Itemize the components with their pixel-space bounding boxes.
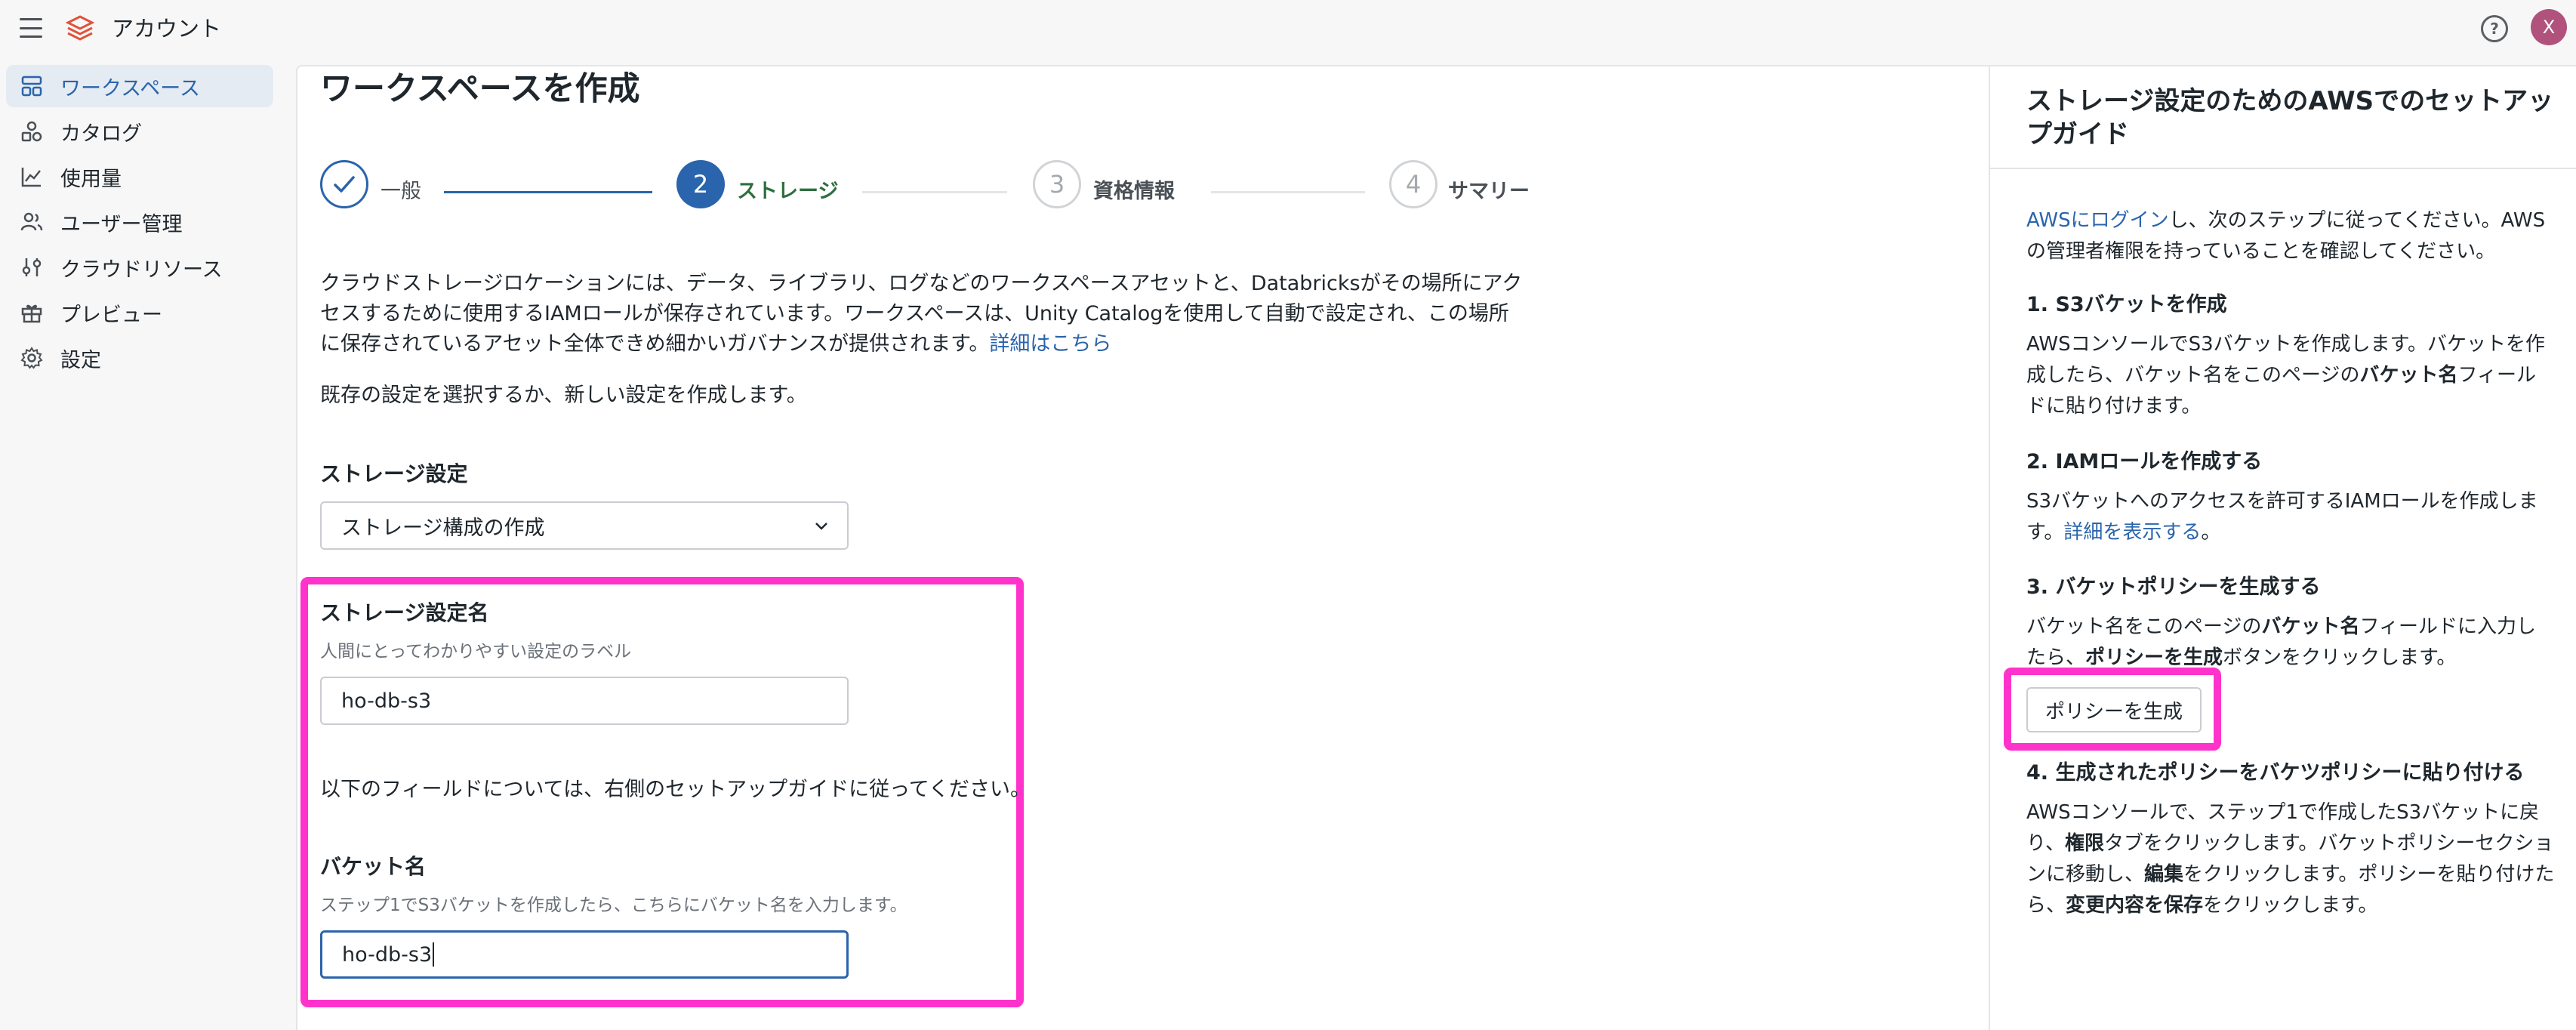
storage-config-label: ストレージ設定	[320, 461, 468, 486]
app-title: アカウント	[112, 16, 222, 42]
bucket-name-hint: ステップ1でS3バケットを作成したら、こちらにバケット名を入力します。	[320, 896, 907, 915]
guide-step3-text: バケット名をこのページのバケット名フィールドに入力したら、ポリシーを生成ボタンを…	[2026, 615, 2536, 669]
bucket-name-input[interactable]: ho-db-s3	[320, 930, 849, 979]
guide-intro: AWSにログインし、次のステップに従ってください。AWSの管理者権限を持っている…	[2026, 209, 2546, 263]
learn-more-link[interactable]: 詳細はこちら	[989, 332, 1111, 356]
sidebar-item-cloud-resources[interactable]: クラウドリソース	[6, 246, 273, 288]
sidebar-item-label: 設定	[60, 348, 101, 372]
guide-step2-heading: 2. IAMロールを作成する	[2026, 450, 2263, 473]
step-1-circle[interactable]	[320, 160, 368, 208]
sidebar-item-user-management[interactable]: ユーザー管理	[6, 201, 273, 243]
step-2-label[interactable]: ストレージ	[737, 178, 838, 205]
guide-step1-text: AWSコンソールでS3バケットを作成します。バケットを作成したら、バケット名をこ…	[2026, 333, 2546, 418]
sidebar-item-label: クラウドリソース	[60, 258, 223, 282]
menu-icon[interactable]	[20, 18, 42, 38]
guide-title: ストレージ設定のためのAWSでのセットアップガイド	[2026, 86, 2554, 150]
step-3-label[interactable]: 資格情報	[1093, 178, 1175, 205]
storage-config-value: ストレージ構成の作成	[341, 516, 545, 540]
step-3-circle[interactable]: 3	[1033, 160, 1081, 208]
config-name-input[interactable]: ho-db-s3	[320, 677, 849, 725]
workspace-icon	[20, 74, 44, 98]
sidebar-item-settings[interactable]: 設定	[6, 337, 273, 379]
step-2-circle[interactable]: 2	[676, 160, 725, 208]
step-connector	[1211, 191, 1365, 193]
aws-login-link[interactable]: AWSにログイン	[2026, 209, 2169, 232]
config-name-label: ストレージ設定名	[320, 600, 489, 625]
checkmark-icon	[334, 176, 355, 193]
sliders-icon	[20, 255, 44, 279]
panel-divider	[1989, 65, 1990, 1030]
storage-config-select[interactable]: ストレージ構成の作成	[320, 501, 849, 550]
show-details-link[interactable]: 詳細を表示する	[2063, 521, 2201, 544]
sidebar-item-usage[interactable]: 使用量	[6, 156, 273, 198]
guide-step4-heading: 4. 生成されたポリシーをバケツポリシーに貼り付ける	[2026, 761, 2525, 785]
step-connector	[444, 191, 652, 193]
storage-description: クラウドストレージロケーションには、データ、ライブラリ、ログなどのワークスペース…	[320, 272, 1523, 356]
databricks-logo-icon	[65, 15, 95, 41]
chart-line-icon	[20, 165, 44, 189]
sidebar-item-label: カタログ	[60, 122, 142, 146]
users-icon	[20, 210, 44, 234]
sidebar-item-label: ユーザー管理	[60, 212, 183, 236]
chevron-down-icon	[815, 523, 827, 530]
text-caret	[433, 942, 435, 967]
guide-step4-text: AWSコンソールで、ステップ1で作成したS3バケットに戻り、権限タブをクリックし…	[2026, 801, 2555, 917]
page-title: ワークスペースを作成	[320, 70, 640, 108]
top-bar: アカウント ? X	[0, 0, 2576, 59]
step-4-label[interactable]: サマリー	[1448, 178, 1530, 205]
help-icon[interactable]: ?	[2481, 15, 2508, 42]
gift-icon	[20, 301, 44, 325]
storage-subdescription: 既存の設定を選択するか、新しい設定を作成します。	[320, 384, 807, 407]
guide-note: 以下のフィールドについては、右側のセットアップガイドに従ってください。	[320, 778, 1031, 801]
config-name-hint: 人間にとってわかりやすい設定のラベル	[320, 642, 632, 661]
sidebar: ワークスペース カタログ 使用量 ユーザー管理 クラウドリソース プレビュー 設…	[0, 65, 284, 382]
bucket-name-label: バケット名	[320, 854, 427, 879]
catalog-icon	[20, 119, 44, 143]
guide-divider	[1990, 168, 2576, 169]
gear-icon	[20, 346, 44, 370]
sidebar-item-label: プレビュー	[60, 303, 162, 327]
sidebar-item-workspace[interactable]: ワークスペース	[6, 65, 273, 107]
generate-policy-button[interactable]: ポリシーを生成	[2026, 687, 2202, 732]
step-connector	[862, 191, 1007, 193]
guide-step2-text: S3バケットへのアクセスを許可するIAMロールを作成します。詳細を表示する。	[2026, 490, 2538, 544]
sidebar-item-label: ワークスペース	[60, 76, 200, 100]
sidebar-item-preview[interactable]: プレビュー	[6, 291, 273, 334]
step-4-circle[interactable]: 4	[1389, 160, 1437, 208]
step-1-label[interactable]: 一般	[381, 178, 421, 205]
sidebar-item-label: 使用量	[60, 167, 122, 191]
avatar[interactable]: X	[2531, 9, 2567, 45]
guide-step3-heading: 3. バケットポリシーを生成する	[2026, 575, 2321, 599]
sidebar-item-catalog[interactable]: カタログ	[6, 110, 273, 153]
guide-step1-heading: 1. S3バケットを作成	[2026, 293, 2227, 316]
